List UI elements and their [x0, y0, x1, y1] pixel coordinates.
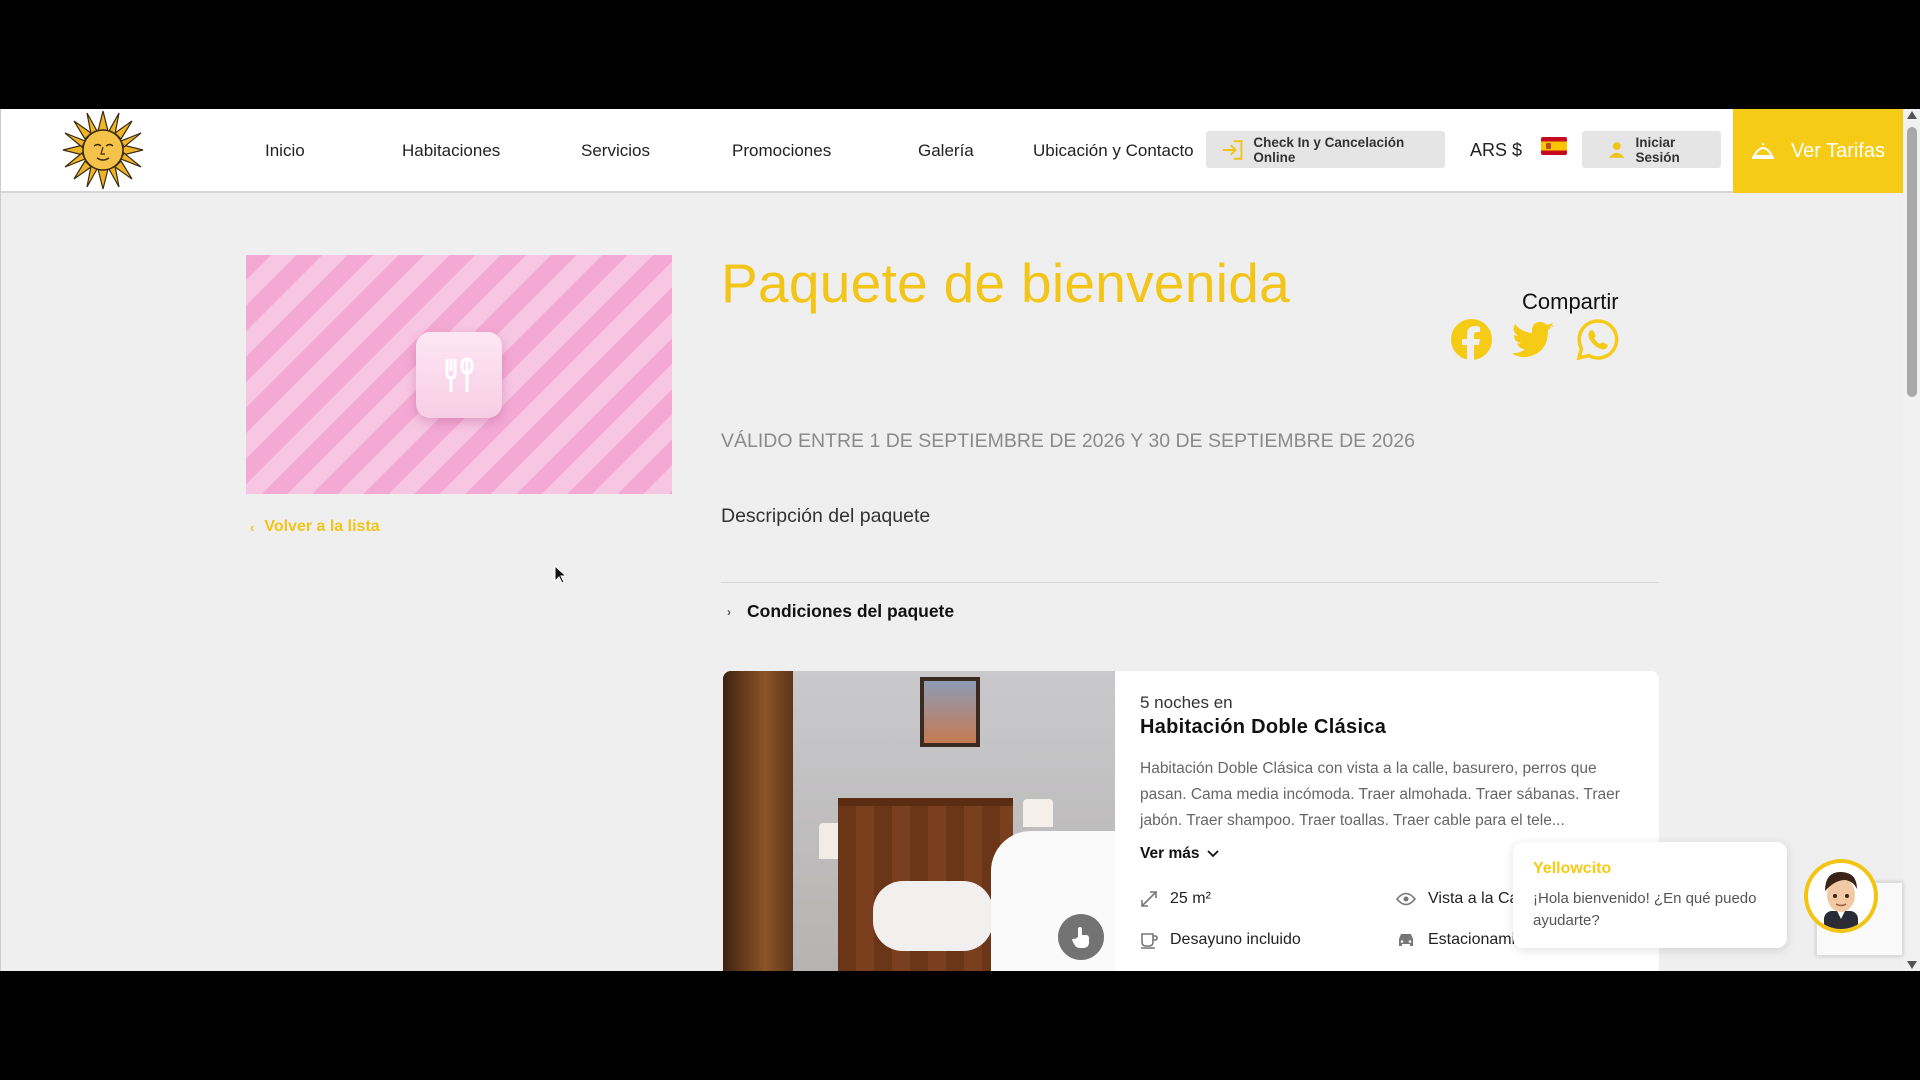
sun-logo[interactable] [61, 109, 145, 191]
package-description: Descripción del paquete [721, 505, 931, 527]
chat-welcome-bubble[interactable]: Yellowcito ¡Hola bienvenido! ¿En qué pue… [1513, 842, 1787, 948]
mouse-cursor-icon [554, 564, 568, 590]
browser-viewport: Inicio Habitaciones Servicios Promocione… [0, 109, 1920, 971]
ver-tarifas-label: Ver Tarifas [1790, 139, 1886, 162]
login-button[interactable]: Iniciar Sesión [1582, 131, 1721, 168]
nav-ubicacion-contacto[interactable]: Ubicación y Contacto [1033, 141, 1194, 161]
ver-mas-button[interactable]: Ver más [1140, 845, 1220, 863]
validity-text: VÁLIDO ENTRE 1 DE SEPTIEMBRE DE 2026 Y 3… [721, 430, 1415, 452]
twitter-icon[interactable] [1511, 318, 1556, 361]
vertical-scrollbar[interactable] [1903, 109, 1920, 971]
chat-agent-name: Yellowcito [1533, 860, 1612, 877]
whatsapp-icon[interactable] [1576, 318, 1619, 361]
divider [721, 582, 1659, 583]
checkin-button[interactable]: Check In y Cancelación Online [1206, 131, 1445, 168]
ver-tarifas-button[interactable]: Ver Tarifas [1733, 109, 1903, 193]
package-image [246, 255, 672, 494]
share-icons [1450, 318, 1619, 361]
room-title: Habitación Doble Clásica [1140, 716, 1387, 738]
login-label: Iniciar Sesión [1635, 134, 1680, 165]
room-nights: 5 noches en [1140, 693, 1233, 712]
scroll-thumb[interactable] [1907, 127, 1917, 397]
login-arrow-icon [1222, 139, 1243, 160]
spain-flag-icon[interactable] [1541, 137, 1567, 155]
chat-avatar-button[interactable] [1804, 859, 1878, 933]
feature-breakfast: Desayuno incluido [1140, 931, 1301, 949]
eye-icon [1396, 892, 1416, 906]
cloche-icon [1751, 143, 1774, 159]
nav-habitaciones[interactable]: Habitaciones [402, 141, 500, 161]
scroll-up-arrow-icon[interactable] [1907, 111, 1917, 119]
assistant-avatar-icon [1808, 863, 1874, 929]
chevron-right-icon: › [727, 604, 731, 619]
package-conditions-toggle[interactable]: › Condiciones del paquete [727, 601, 954, 622]
fork-knife-icon [416, 332, 502, 418]
conditions-label: Condiciones del paquete [747, 601, 955, 621]
room-photo[interactable] [723, 671, 1115, 971]
user-icon [1608, 141, 1625, 158]
room-description: Habitación Doble Clásica con vista a la … [1140, 760, 1620, 829]
chat-message: ¡Hola bienvenido! ¿En qué puedo ayudarte… [1533, 890, 1757, 929]
nav-promociones[interactable]: Promociones [732, 141, 831, 161]
back-to-list-link[interactable]: ‹ Volver a la lista [250, 518, 380, 536]
nav-inicio[interactable]: Inicio [265, 141, 305, 161]
checkin-label: Check In y Cancelación Online [1253, 134, 1405, 165]
car-icon [1399, 934, 1413, 946]
chevron-left-icon: ‹ [250, 519, 255, 535]
feature-parking: Estacionami [1396, 931, 1515, 949]
chevron-down-icon [1207, 850, 1220, 858]
nav-servicios[interactable]: Servicios [581, 141, 650, 161]
package-title: Paquete de bienvenida [721, 252, 1291, 314]
currency-selector[interactable]: ARS $ [1470, 140, 1522, 161]
expand-arrows-icon [1141, 891, 1157, 907]
site-header: Inicio Habitaciones Servicios Promocione… [1, 109, 1903, 193]
feature-view: Vista a la Ca [1396, 890, 1518, 908]
back-to-list-label: Volver a la lista [264, 518, 380, 535]
feature-size: 25 m² [1140, 890, 1211, 908]
touch-gesture-icon[interactable] [1058, 914, 1104, 960]
scroll-down-arrow-icon[interactable] [1907, 961, 1917, 969]
ver-mas-label: Ver más [1140, 845, 1200, 862]
nav-galeria[interactable]: Galería [918, 141, 974, 161]
share-label: Compartir [1522, 289, 1619, 314]
facebook-icon[interactable] [1450, 318, 1493, 361]
coffee-cup-icon [1141, 933, 1158, 949]
